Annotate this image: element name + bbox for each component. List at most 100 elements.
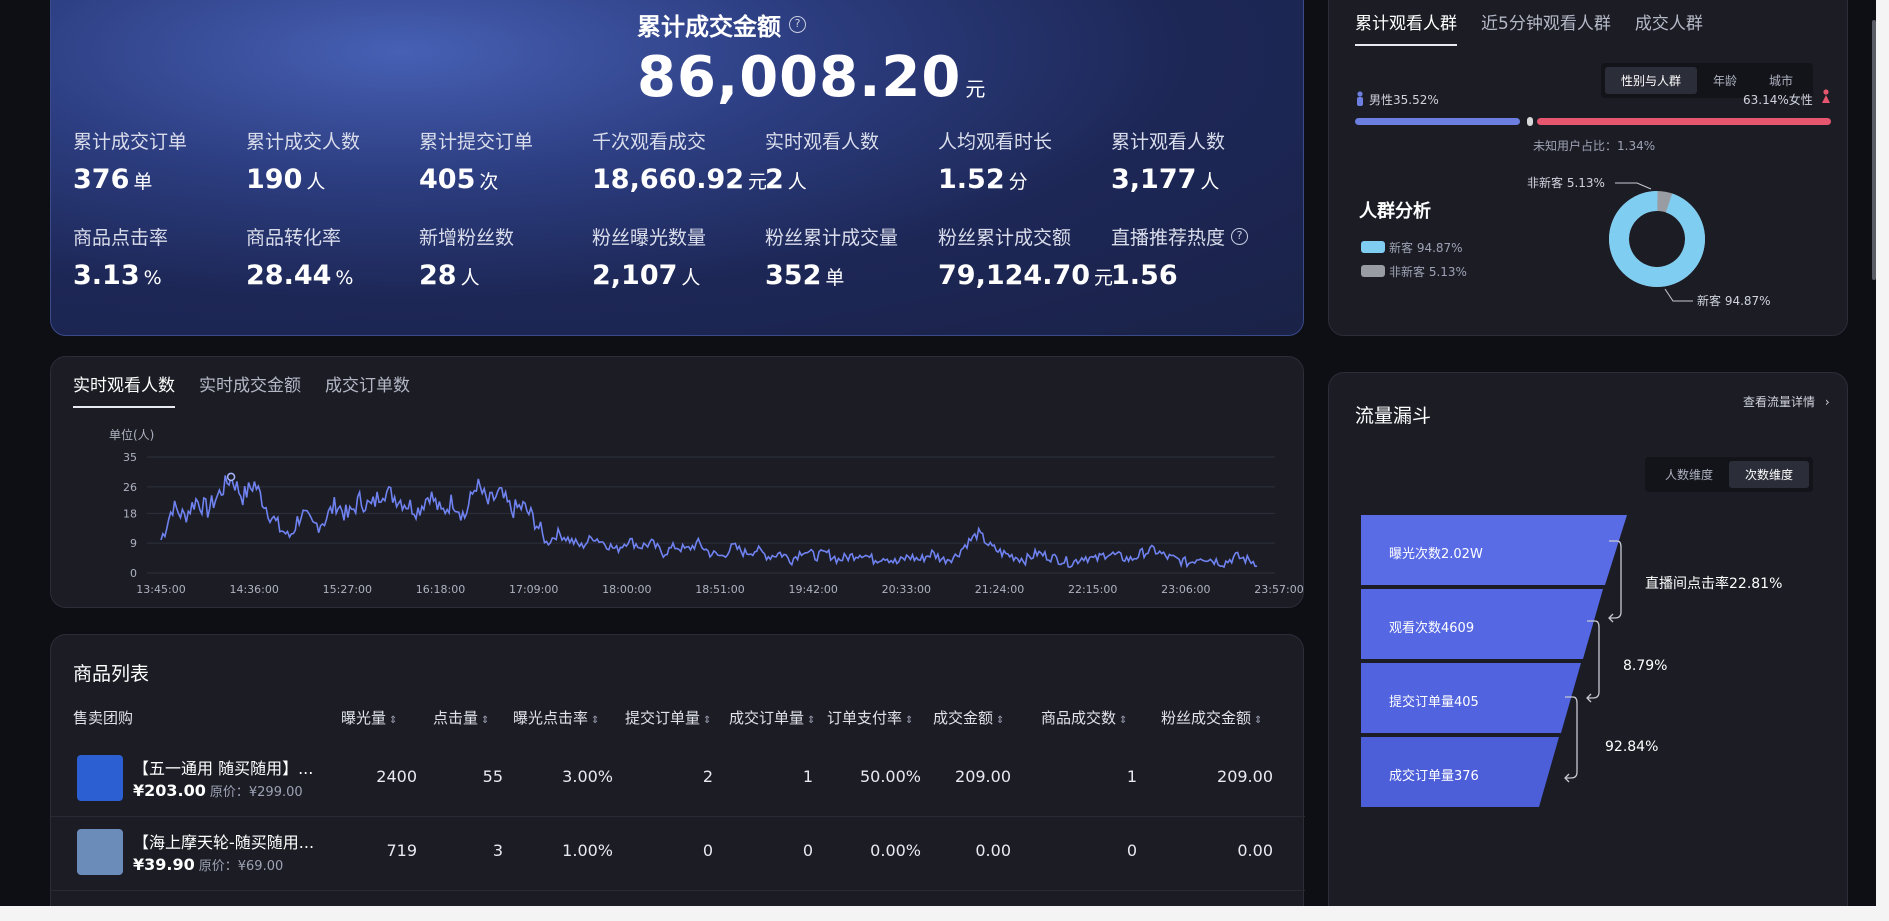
product-thumbnail[interactable] [77, 829, 123, 875]
sort-icon[interactable]: ⇕ [703, 715, 711, 726]
tab-realtime-amount[interactable]: 实时成交金额 [199, 371, 301, 408]
column-header-label: 提交订单量 [625, 709, 701, 727]
table-row[interactable]: 【五一通用 随买随用】... ¥203.00 原价：¥299.00 2400 55 3.0… [51, 743, 1305, 817]
segment-gender[interactable]: 性别与人群 [1605, 67, 1698, 94]
sort-icon[interactable]: ⇕ [591, 715, 599, 726]
tab-buyer-audience[interactable]: 成交人群 [1635, 9, 1703, 46]
metric-metrics_row1-0: 累计成交订单 376 单 [73, 127, 243, 195]
column-header-label: 商品成交数 [1041, 709, 1117, 727]
column-header[interactable]: 成交金额 ⇕ [933, 707, 1004, 728]
total-amount-value: 86,008.20 元 [637, 45, 986, 110]
metric-value-unit: 单 [825, 267, 845, 289]
metric-value-number: 352 [765, 260, 822, 291]
table-row[interactable]: 【海上摩天轮-随买随用... ¥39.90 原价：¥69.00 719 3 1.00% 0 0… [51, 817, 1305, 891]
dashboard-screen: 累计成交金额 ? 86,008.20 元 累计成交订单 376 单累计成交人数 190 人… [0, 0, 1876, 906]
metric-value-unit: 人 [787, 171, 807, 193]
help-icon[interactable]: ? [1231, 228, 1249, 245]
sort-icon[interactable]: ⇕ [905, 715, 913, 726]
metric-value: 3.13% [73, 260, 243, 291]
metric-value-number: 28.44 [246, 260, 332, 291]
metric-label: 累计观看人数 [1111, 127, 1281, 154]
column-header[interactable]: 粉丝成交金额 ⇕ [1161, 707, 1262, 728]
product-name[interactable]: 【五一通用 随买随用】... [133, 755, 313, 779]
crowd-analysis-title: 人群分析 [1359, 201, 1431, 222]
column-header[interactable]: 曝光量 ⇕ [341, 707, 397, 728]
column-header-label: 点击量 [433, 709, 479, 727]
metric-label-text: 商品点击率 [73, 227, 169, 249]
bottom-strip [0, 906, 1889, 921]
metric-value: 1.56 [1111, 260, 1281, 291]
donut-slice-new [1609, 191, 1705, 287]
donut-old-label: 非新客 5.13% [1527, 175, 1605, 190]
cell-pay-rate: 0.00% [870, 841, 921, 860]
metric-value-unit: % [143, 267, 162, 289]
sort-icon[interactable]: ⇕ [389, 715, 397, 726]
tab-realtime-viewers[interactable]: 实时观看人数 [73, 371, 175, 408]
metric-value: 352 单 [765, 260, 935, 291]
metric-value: 190 人 [246, 164, 416, 195]
cell-completed: 0 [802, 841, 813, 860]
metric-value-unit: 人 [681, 267, 701, 289]
y-tick-label: 18 [123, 507, 137, 520]
column-header[interactable]: 点击量 ⇕ [433, 707, 489, 728]
column-header[interactable]: 订单支付率 ⇕ [827, 707, 913, 728]
funnel-conversion-2: 8.79% [1623, 658, 1668, 674]
metric-value-unit: 次 [479, 171, 499, 193]
help-icon[interactable]: ? [789, 16, 806, 33]
cell-completed: 1 [802, 767, 813, 786]
column-header: 售卖团购 [73, 707, 133, 728]
metric-label: 实时观看人数 [765, 127, 935, 154]
metric-metrics_row1-5: 人均观看时长 1.52 分 [938, 127, 1108, 195]
segment-city[interactable]: 城市 [1753, 67, 1809, 94]
total-amount-number: 86,008.20 [637, 45, 962, 110]
column-header[interactable]: 曝光点击率 ⇕ [513, 707, 599, 728]
cell-exposure: 2400 [376, 767, 417, 786]
sort-icon[interactable]: ⇕ [481, 715, 489, 726]
legend-new-swatch [1361, 241, 1385, 253]
summary-card: 累计成交金额 ? 86,008.20 元 累计成交订单 376 单累计成交人数 190 人… [50, 0, 1304, 336]
column-header[interactable]: 商品成交数 ⇕ [1041, 707, 1127, 728]
metric-value: 2人 [765, 164, 935, 195]
tab-order-count[interactable]: 成交订单数 [325, 371, 410, 408]
column-header[interactable]: 成交订单量 ⇕ [729, 707, 815, 728]
cell-clicks: 3 [492, 841, 503, 860]
metric-label-text: 粉丝曝光数量 [592, 227, 707, 249]
column-header[interactable]: 提交订单量 ⇕ [625, 707, 711, 728]
metric-metrics_row1-4: 实时观看人数 2 人 [765, 127, 935, 195]
metric-label-text: 千次观看成交 [592, 131, 707, 153]
metric-value-number: 18,660.92 [592, 164, 745, 195]
cell-ctr: 1.00% [562, 841, 613, 860]
metric-value-number: 405 [419, 164, 476, 195]
metric-metrics_row1-1: 累计成交人数 190 人 [246, 127, 416, 195]
column-header-label: 售卖团购 [73, 709, 134, 727]
male-icon [1357, 91, 1363, 106]
product-name[interactable]: 【海上摩天轮-随买随用... [133, 829, 314, 853]
sort-icon[interactable]: ⇕ [1119, 715, 1127, 726]
metric-value-number: 79,124.70 [938, 260, 1091, 291]
metric-label: 直播推荐热度? [1111, 223, 1281, 250]
product-thumbnail[interactable] [77, 755, 123, 801]
female-percentage: 63.14%女性 [1743, 93, 1813, 107]
metric-label-text: 人均观看时长 [938, 131, 1053, 153]
metric-metrics_row2-3: 粉丝曝光数量 2,107 人 [592, 223, 762, 291]
metric-label-text: 实时观看人数 [765, 131, 880, 153]
tab-cumulative-audience[interactable]: 累计观看人群 [1355, 9, 1457, 46]
metric-metrics_row2-5: 粉丝累计成交额 79,124.70 元 [938, 223, 1113, 291]
cell-items-sold: 0 [1126, 841, 1137, 860]
realtime-tabs: 实时观看人数 实时成交金额 成交订单数 [73, 371, 410, 408]
cell-submitted: 2 [702, 767, 713, 786]
metric-value-number: 190 [246, 164, 303, 195]
metric-value-number: 1.52 [938, 164, 1005, 195]
sort-icon[interactable]: ⇕ [1254, 715, 1262, 726]
segment-age[interactable]: 年龄 [1697, 67, 1753, 94]
metric-value: 376 单 [73, 164, 243, 195]
scrollbar[interactable] [1872, 20, 1876, 280]
tab-recent-audience[interactable]: 近5分钟观看人群 [1481, 9, 1611, 46]
metric-label-text: 新增粉丝数 [419, 227, 515, 249]
product-price: ¥203.00 原价：¥299.00 [133, 781, 303, 800]
metric-metrics_row2-4: 粉丝累计成交量 352 单 [765, 223, 935, 291]
product-list-title: 商品列表 [73, 663, 150, 685]
sort-icon[interactable]: ⇕ [996, 715, 1004, 726]
cell-fan-amount: 209.00 [1217, 767, 1273, 786]
sort-icon[interactable]: ⇕ [807, 715, 815, 726]
